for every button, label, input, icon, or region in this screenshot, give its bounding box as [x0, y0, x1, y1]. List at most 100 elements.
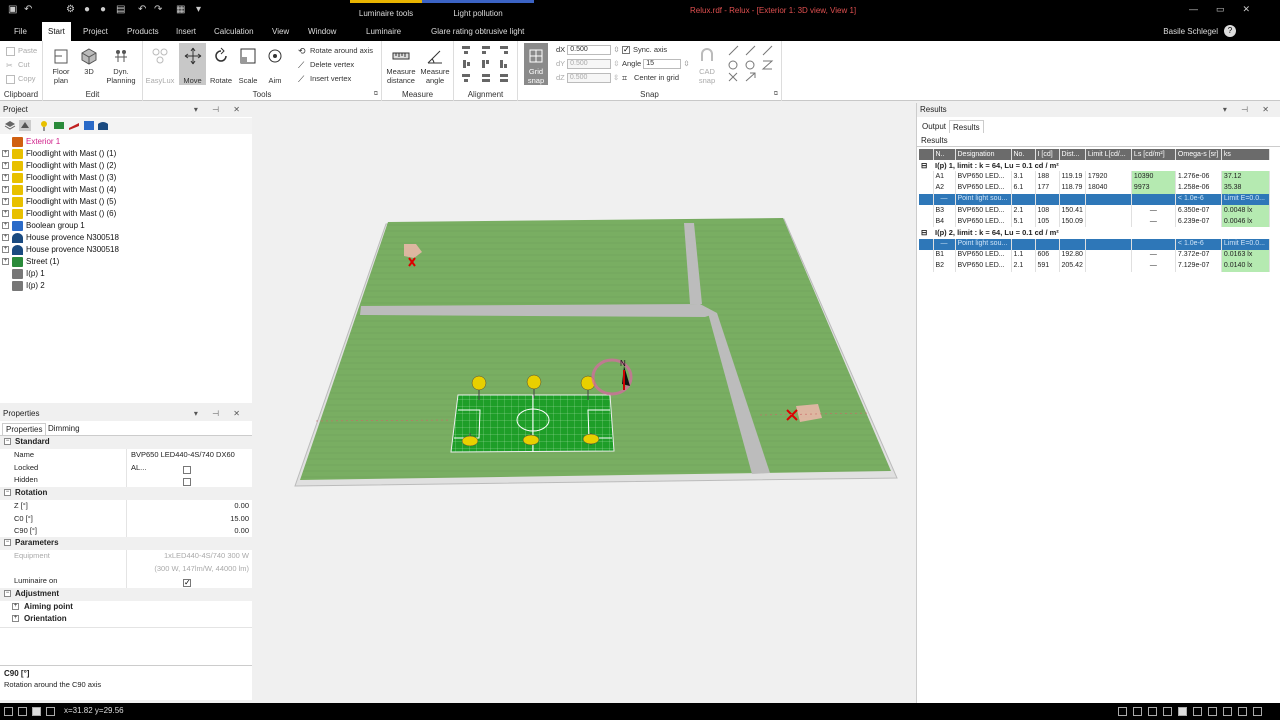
expand-icon[interactable]: +	[12, 615, 19, 623]
expand-icon[interactable]: +	[2, 258, 9, 266]
status-window-icon[interactable]	[32, 707, 41, 716]
window-controls[interactable]: —▭✕	[1189, 4, 1268, 15]
measure-angle-button[interactable]: Measure angle	[418, 47, 452, 85]
expand-icon[interactable]: +	[2, 186, 9, 194]
panel-controls[interactable]: ▾ ⊣ ✕	[194, 103, 246, 117]
tab-view[interactable]: View	[266, 22, 295, 41]
result-group-row[interactable]: ⊟ I(p) 1, limit : k = 64, Lu = 0.1 cd / m…	[919, 160, 1270, 172]
center-in-grid-button[interactable]: ⌗ Center in grid	[622, 72, 679, 84]
expand-icon[interactable]: +	[2, 246, 9, 254]
collapse-icon[interactable]: −	[4, 438, 11, 446]
tree-item[interactable]: + House provence N300518	[2, 232, 119, 244]
dz-input[interactable]: 0.500	[566, 73, 611, 84]
tree-item[interactable]: + Floodlight with Mast () (6)	[2, 208, 116, 220]
redo-arrow-icon[interactable]: ↷	[154, 4, 162, 15]
tree-item[interactable]: + House provence N300518	[2, 244, 119, 256]
aiming-point-group[interactable]: + Aiming point	[12, 601, 73, 614]
street-filter-icon[interactable]	[53, 120, 65, 131]
context-tab-luminaire-tools[interactable]: Luminaire tools	[350, 0, 422, 22]
expand-icon[interactable]: +	[2, 174, 9, 182]
tree-item[interactable]: I(p) 1	[2, 268, 45, 280]
rotate-around-axis-button[interactable]: ⟲ Rotate around axis	[298, 45, 373, 57]
column-header[interactable]: Ls [cd/m²]	[1131, 149, 1176, 161]
street-horizontal[interactable]	[360, 304, 717, 317]
tab-products[interactable]: Products	[121, 22, 165, 41]
expand-icon[interactable]: +	[2, 162, 9, 170]
expand-icon[interactable]: +	[12, 603, 19, 611]
category-standard[interactable]: − Standard	[0, 436, 252, 449]
dialog-launcher-icon[interactable]: ⧉	[374, 91, 378, 98]
insert-vertex-button[interactable]: ⟋ Insert vertex	[298, 73, 351, 85]
column-header[interactable]: Omega-s [sr]	[1175, 149, 1222, 161]
tab-properties[interactable]: Properties	[2, 423, 47, 435]
table-row[interactable]: A1 BVP650 LED... 3.1 188 119.19 17920 10390 1.2…	[919, 171, 1270, 183]
view-side-icon[interactable]	[1223, 707, 1232, 716]
furniture-filter-icon[interactable]	[97, 120, 109, 131]
tab-results[interactable]: Results	[949, 120, 984, 133]
table-row[interactable]: B1 BVP650 LED... 1.1 606 192.80 —7.372e-07 0.0…	[919, 249, 1270, 261]
print-icon[interactable]: ▤	[116, 4, 125, 15]
results-subtab[interactable]: Results	[917, 135, 1280, 147]
view-icon[interactable]	[19, 120, 31, 131]
3d-scene[interactable]: N	[254, 103, 914, 703]
orientation-group[interactable]: + Orientation	[12, 613, 67, 626]
collapse-icon[interactable]: ⊟	[919, 227, 933, 239]
context-tab-light-pollution[interactable]: Light pollution	[422, 0, 534, 22]
column-header[interactable]: N..	[933, 149, 956, 161]
undo-arrow-icon[interactable]: ↶	[138, 4, 146, 15]
result-group-row[interactable]: ⊟ I(p) 2, limit : k = 64, Lu = 0.1 cd / m…	[919, 227, 1270, 239]
column-header[interactable]: I [cd]	[1035, 149, 1060, 161]
tree-item[interactable]: I(p) 2	[2, 280, 45, 292]
tab-window[interactable]: Window	[302, 22, 342, 41]
tree-item[interactable]: Exterior 1	[2, 136, 60, 148]
dy-input[interactable]: 0.500	[567, 59, 612, 70]
settings-icon[interactable]	[1253, 707, 1262, 716]
expand-icon[interactable]: +	[2, 210, 9, 218]
3d-view-button[interactable]: 3D	[78, 47, 100, 76]
prop-c90-value[interactable]: 0.00	[234, 525, 249, 538]
aim-button[interactable]: Aim	[263, 47, 287, 85]
measure-distance-button[interactable]: Measure distance	[384, 47, 418, 85]
column-header[interactable]: Limit L[cd/...	[1085, 149, 1132, 161]
dyn-planning-button[interactable]: Dyn. Planning	[105, 47, 137, 85]
status-layout-icon[interactable]	[46, 707, 55, 716]
table-row[interactable]: — Point light sou... < 1.0e-6 Limit E=0.0..…	[919, 193, 1270, 205]
tab-insert[interactable]: Insert	[170, 22, 202, 41]
copy-button[interactable]: Copy	[6, 73, 36, 85]
category-parameters[interactable]: − Parameters	[0, 537, 252, 550]
luminaire-filter-icon[interactable]	[38, 120, 50, 131]
paste-button[interactable]: Paste	[6, 45, 37, 57]
tree-item[interactable]: + Street (1)	[2, 256, 59, 268]
help-icon[interactable]: ?	[1224, 25, 1236, 37]
tab-glare-rating[interactable]: Glare rating obtrusive light	[425, 22, 530, 41]
gear-icon[interactable]: ⚙	[66, 4, 75, 15]
cut-button[interactable]: ✂ Cut	[6, 59, 30, 71]
room-filter-icon[interactable]	[83, 120, 95, 131]
view-top-icon[interactable]	[1193, 707, 1202, 716]
column-header[interactable]: Dist...	[1059, 149, 1086, 161]
column-header[interactable]: Designation	[955, 149, 1012, 161]
tree-item[interactable]: + Boolean group 1	[2, 220, 85, 232]
collapse-icon[interactable]: ⊟	[919, 160, 933, 172]
category-adjustment[interactable]: − Adjustment	[0, 588, 252, 601]
sync-axis-checkbox[interactable]: Sync. axis	[622, 44, 667, 56]
tree-item[interactable]: + Floodlight with Mast () (3)	[2, 172, 116, 184]
expand-icon[interactable]: +	[2, 150, 9, 158]
dy-spinner-icon[interactable]: ⇳	[611, 59, 619, 68]
3d-viewport[interactable]: N	[254, 103, 914, 703]
undo-icon[interactable]: ↶	[24, 4, 32, 15]
delete-vertex-button[interactable]: ⟋ Delete vertex	[298, 59, 354, 71]
zoom-window-icon[interactable]	[1148, 707, 1157, 716]
expand-icon[interactable]: +	[2, 198, 9, 206]
expand-icon[interactable]: +	[2, 222, 9, 230]
save-icon[interactable]: ▣	[8, 4, 17, 15]
table-row[interactable]: A2 BVP650 LED... 6.1 177 118.79 18040 9973 1.25…	[919, 182, 1270, 194]
floor-plan-button[interactable]: Floor plan	[48, 47, 74, 85]
alignment-icons[interactable]	[460, 44, 512, 86]
zoom-all-icon[interactable]	[1163, 707, 1172, 716]
panel-controls[interactable]: ▾ ⊣ ✕	[1223, 103, 1275, 117]
column-header[interactable]: No.	[1011, 149, 1036, 161]
panel-controls[interactable]: ▾ ⊣ ✕	[194, 407, 246, 421]
snap-mode-icons[interactable]	[726, 44, 776, 86]
view-3d-icon[interactable]	[1178, 707, 1187, 716]
